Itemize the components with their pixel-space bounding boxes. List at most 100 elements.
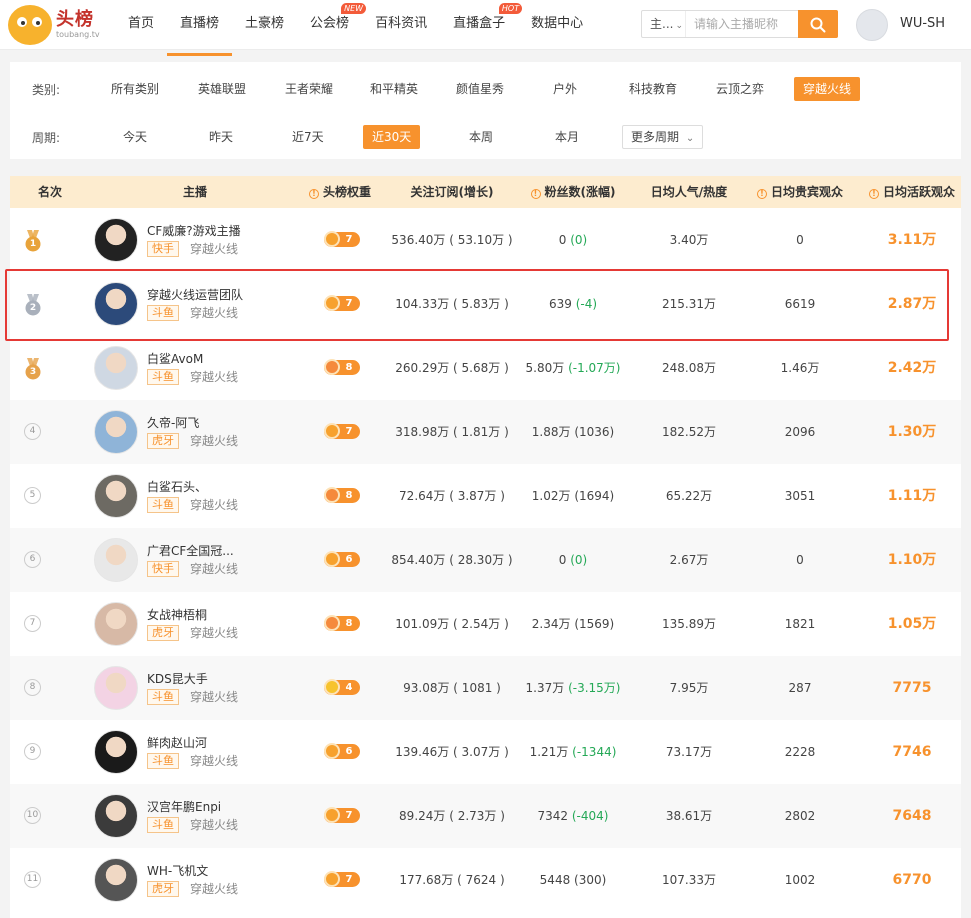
vip-cell: 1002	[784, 873, 816, 887]
category-chip-2[interactable]: 王者荣耀	[276, 77, 342, 101]
anchor-name[interactable]: 鲜肉赵山河	[147, 734, 207, 751]
avatar[interactable]	[94, 218, 138, 262]
popularity-cell: 135.89万	[662, 617, 716, 631]
period-chip-3[interactable]: 近30天	[363, 125, 421, 149]
category-chip-8[interactable]: 穿越火线	[794, 77, 861, 101]
vip-cell: 0	[796, 553, 804, 567]
table-row[interactable]: 9 鲜肉赵山河 斗鱼 穿越火线 6 139.46万 ( 3.07万 ) 1.21万 (-13…	[10, 720, 961, 784]
table-row[interactable]: 1 CF威廉?游戏主播 快手 穿越火线 7 536.40万 ( 53.10万 ) 0 (0)…	[10, 208, 961, 272]
anchor-name[interactable]: WH-飞机文	[147, 862, 208, 879]
rank-number: 2	[29, 303, 37, 313]
vip-cell: 2802	[784, 809, 816, 823]
table-row[interactable]: 10 汉宫年鹏Enpi 斗鱼 穿越火线 7 89.24万 ( 2.73万 ) 7342 (-…	[10, 784, 961, 848]
info-icon: !	[756, 189, 767, 199]
avatar[interactable]	[94, 794, 138, 838]
period-chip-0[interactable]: 今天	[114, 125, 156, 149]
popularity-cell: 248.08万	[662, 361, 716, 375]
avatar[interactable]	[94, 602, 138, 646]
table-row[interactable]: 4 久帝-阿飞 虎牙 穿越火线 7 318.98万 ( 1.81万 ) 1.88万 (103…	[10, 400, 961, 464]
nav-item-6[interactable]: 数据中心	[518, 0, 596, 50]
category-chip-6[interactable]: 科技教育	[620, 77, 686, 101]
more-periods-dropdown[interactable]: 更多周期 ⌄	[622, 125, 704, 149]
weight-level-icon	[324, 295, 340, 311]
category-tag: 穿越火线	[190, 306, 239, 320]
avatar[interactable]	[94, 410, 138, 454]
nav-item-0[interactable]: 首页	[115, 0, 167, 50]
info-icon: !	[530, 189, 541, 199]
avatar[interactable]	[94, 346, 138, 390]
avatar[interactable]	[94, 730, 138, 774]
avatar[interactable]	[94, 474, 138, 518]
platform-badge: 斗鱼	[147, 689, 179, 705]
category-chip-1[interactable]: 英雄联盟	[189, 77, 255, 101]
anchor-name[interactable]: 广君CF全国冠...	[147, 542, 234, 559]
period-chip-2[interactable]: 近7天	[283, 125, 333, 149]
follow-cell: 536.40万 ( 53.10万 )	[391, 233, 513, 247]
table-row[interactable]: 3 白鲨AvoM 斗鱼 穿越火线 8 260.29万 ( 5.68万 ) 5.80万 (-1…	[10, 336, 961, 400]
anchor-name[interactable]: 穿越火线运营团队	[147, 286, 243, 303]
anchor-name[interactable]: 汉宫年鹏Enpi	[147, 798, 221, 815]
avatar[interactable]	[94, 282, 138, 326]
period-chip-4[interactable]: 本周	[460, 125, 502, 149]
fans-cell: 0 (0)	[558, 233, 588, 247]
column-header-0: 名次	[37, 185, 62, 199]
site-logo[interactable]: 头榜 toubang.tv	[8, 4, 100, 46]
follow-cell: 318.98万 ( 1.81万 )	[395, 425, 509, 439]
rank-number: 8	[24, 679, 41, 696]
anchor-name[interactable]: CF威廉?游戏主播	[147, 222, 241, 239]
chevron-down-icon: ⌄	[675, 21, 683, 31]
avatar[interactable]	[94, 538, 138, 582]
vip-cell: 3051	[784, 489, 816, 503]
category-chip-3[interactable]: 和平精英	[361, 77, 427, 101]
user-avatar[interactable]	[856, 9, 888, 41]
rank-medal-icon: 3	[24, 358, 42, 380]
nav-item-2[interactable]: 土豪榜	[232, 0, 297, 50]
fans-cell: 5.80万 (-1.07万)	[525, 361, 621, 375]
nav-item-3[interactable]: 公会榜 NEW	[297, 0, 367, 50]
table-row[interactable]: 2 穿越火线运营团队 斗鱼 穿越火线 7 104.33万 ( 5.83万 ) 639 (-4…	[10, 272, 961, 336]
category-chip-7[interactable]: 云顶之弈	[707, 77, 773, 101]
category-tag: 穿越火线	[190, 882, 239, 896]
table-row[interactable]: 5 白鲨石头、 斗鱼 穿越火线 8 72.64万 ( 3.87万 ) 1.02万 (1694…	[10, 464, 961, 528]
nav-item-4[interactable]: 百科资讯	[362, 0, 440, 50]
avatar[interactable]	[94, 666, 138, 710]
category-chip-0[interactable]: 所有类别	[102, 77, 168, 101]
anchor-name[interactable]: 久帝-阿飞	[147, 414, 199, 431]
category-chip-4[interactable]: 颜值星秀	[447, 77, 513, 101]
main-nav: 首页 直播榜 土豪榜 公会榜 NEW 百科资讯 直播盒子 HOT 数据中心	[115, 0, 596, 56]
weight-level-icon	[324, 807, 340, 823]
anchor-name[interactable]: KDS昆大手	[147, 670, 208, 687]
search-type-select[interactable]: 主... ⌄	[642, 11, 686, 37]
nav-item-5[interactable]: 直播盒子 HOT	[440, 0, 523, 50]
follow-cell: 89.24万 ( 2.73万 )	[399, 809, 505, 823]
user-name[interactable]: WU-SH	[900, 16, 945, 31]
anchor-name[interactable]: 白鲨石头、	[147, 478, 207, 495]
category-label: 类别:	[32, 82, 61, 97]
popularity-cell: 2.67万	[669, 553, 709, 567]
period-chip-1[interactable]: 昨天	[200, 125, 242, 149]
vip-cell: 2228	[784, 745, 816, 759]
period-filter-row: 周期: 今天 昨天 近7天 近30天 本周 本月 更多周期 ⌄	[10, 124, 961, 150]
active-viewers-cell: 1.10万	[887, 552, 937, 568]
rank-number: 9	[24, 743, 41, 760]
table-row[interactable]: 7 女战神梧桐 虎牙 穿越火线 8 101.09万 ( 2.54万 ) 2.34万 (156…	[10, 592, 961, 656]
fans-cell: 1.88万 (1036)	[531, 425, 615, 439]
popularity-cell: 65.22万	[665, 489, 713, 503]
anchor-name[interactable]: 白鲨AvoM	[147, 350, 203, 367]
table-row[interactable]: 8 KDS昆大手 斗鱼 穿越火线 4 93.08万 ( 1081 ) 1.37万 (-3.1…	[10, 656, 961, 720]
platform-badge: 斗鱼	[147, 497, 179, 513]
category-chip-5[interactable]: 户外	[544, 77, 586, 101]
active-viewers-cell: 6770	[892, 872, 932, 888]
avatar[interactable]	[94, 858, 138, 902]
table-row[interactable]: 11 WH-飞机文 虎牙 穿越火线 7 177.68万 ( 7624 ) 5448 (300…	[10, 848, 961, 912]
table-row[interactable]: 6 广君CF全国冠... 快手 穿越火线 6 854.40万 ( 28.30万 ) 0 (0…	[10, 528, 961, 592]
search-input[interactable]	[686, 11, 798, 37]
popularity-cell: 3.40万	[669, 233, 709, 247]
period-chip-5[interactable]: 本月	[546, 125, 588, 149]
weight-level-icon	[324, 615, 340, 631]
nav-item-1[interactable]: 直播榜	[167, 0, 233, 56]
rank-number: 7	[24, 615, 41, 632]
weight-level-icon	[324, 871, 340, 887]
search-button[interactable]	[798, 10, 838, 38]
anchor-name[interactable]: 女战神梧桐	[147, 606, 207, 623]
